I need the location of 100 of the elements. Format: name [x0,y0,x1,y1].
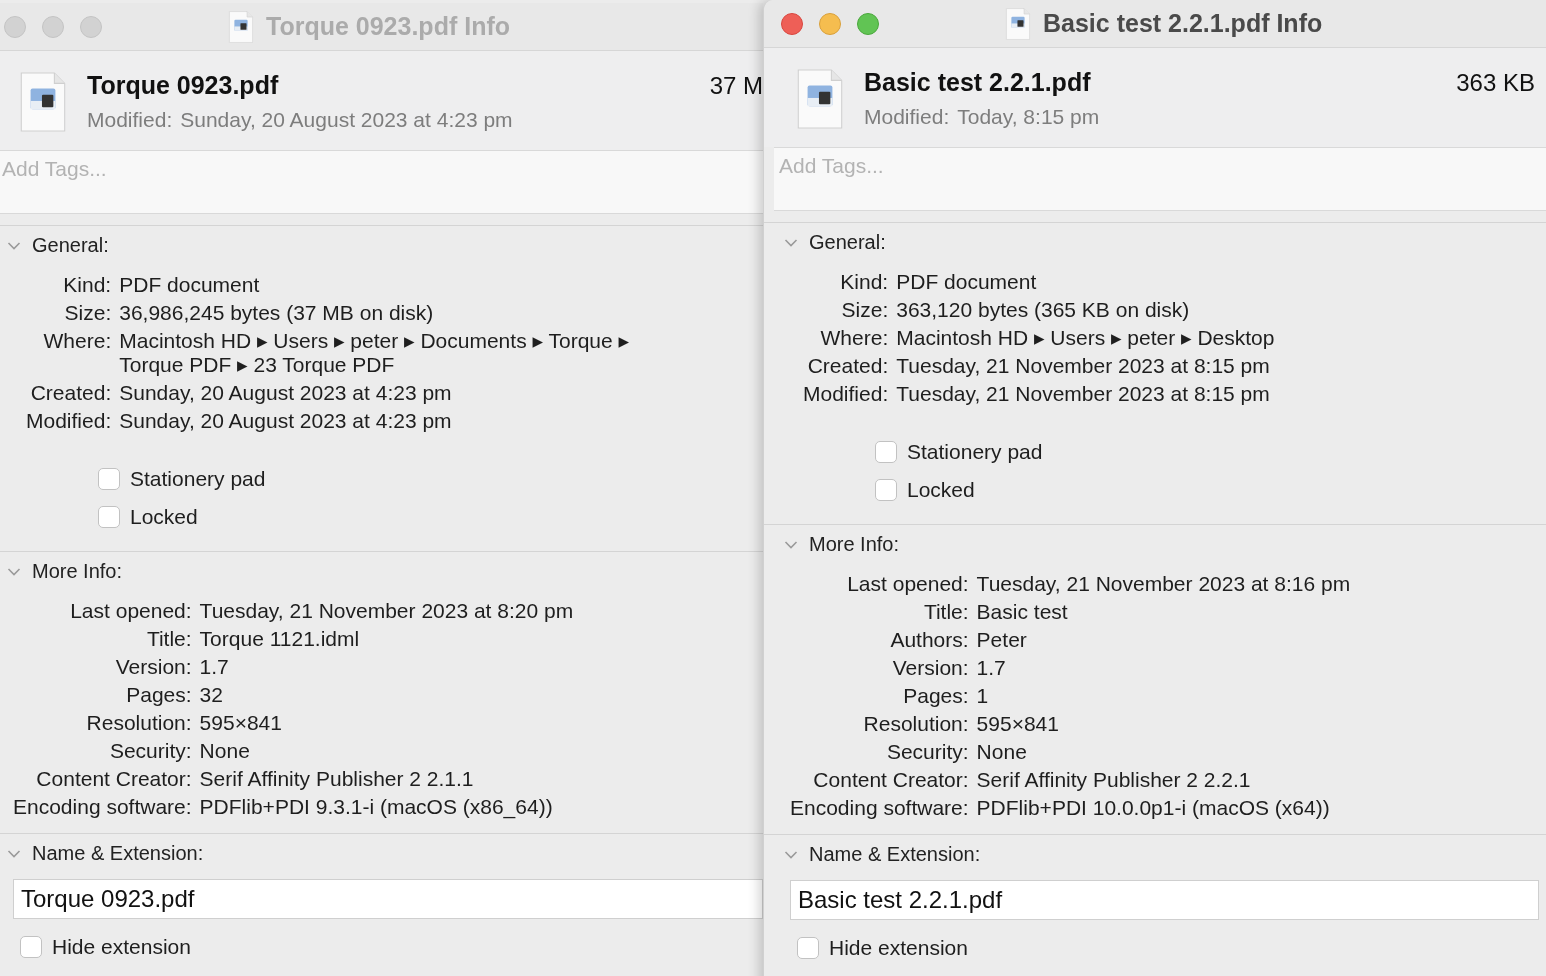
name-field[interactable]: Torque 0923.pdf [13,879,763,919]
info-label: Authors: [890,628,969,652]
info-label: Version: [115,655,192,679]
checkbox[interactable] [98,468,120,490]
checkbox[interactable] [797,937,819,959]
info-value: 32 [199,683,224,707]
info-label: Title: [923,600,969,624]
close-button[interactable] [781,12,803,35]
info-value: None [199,739,251,763]
info-label: Size: [841,298,889,322]
modified-label: Modified: [87,108,173,132]
modified-date: Today, 8:15 pm [957,105,1100,129]
section-title[interactable]: General: [32,234,109,257]
checkbox[interactable] [875,441,897,463]
info-value: 363,120 bytes (365 KB on disk) [896,298,1191,322]
info-label: Resolution: [863,712,969,736]
info-value: 36,986,245 bytes (37 MB on disk) [119,301,435,325]
info-value: Serif Affinity Publisher 2 2.2.1 [976,768,1252,792]
disclosure-chevron-icon[interactable] [7,848,21,859]
info-label: Modified: [26,409,112,433]
window-title: Torque 0923.pdf Info [266,12,510,41]
info-label: Title: [146,627,192,651]
file-name: Torque 0923.pdf [87,71,279,100]
window-title: Basic test 2.2.1.pdf Info [1043,9,1323,38]
minimize-button[interactable] [42,15,64,38]
info-label: Security: [109,739,192,763]
info-label: Pages: [126,683,192,707]
disclosure-chevron-icon[interactable] [7,566,21,577]
info-label: Modified: [803,382,889,406]
pdf-file-icon [228,10,254,43]
checkbox[interactable] [875,479,897,501]
info-value: Tuesday, 21 November 2023 at 8:20 pm [199,599,575,623]
info-value: Tuesday, 21 November 2023 at 8:16 pm [976,572,1352,596]
zoom-button[interactable] [857,12,879,35]
info-value: 1.7 [976,656,1007,680]
file-size: 37 M [709,72,763,100]
name-field[interactable]: Basic test 2.2.1.pdf [790,880,1539,920]
checkbox-label[interactable]: Stationery pad [907,440,1043,464]
info-value: 1.7 [199,655,230,679]
info-label: Pages: [903,684,969,708]
checkbox-label[interactable]: Hide extension [52,935,191,959]
pdf-file-icon [796,68,844,129]
info-label: Where: [820,326,889,350]
info-label: Last opened: [70,599,192,623]
info-label: Resolution: [86,711,192,735]
minimize-button[interactable] [819,12,841,35]
info-value: Sunday, 20 August 2023 at 4:23 pm [119,381,453,405]
checkbox-label[interactable]: Locked [907,478,975,502]
info-value: None [976,740,1028,764]
info-label: Kind: [63,273,112,297]
info-value: Tuesday, 21 November 2023 at 8:15 pm [896,354,1271,378]
close-button[interactable] [4,15,26,38]
file-size: 363 KB [1456,69,1535,97]
file-name: Basic test 2.2.1.pdf [864,68,1091,97]
info-value: 595×841 [976,712,1060,736]
checkbox[interactable] [98,506,120,528]
info-value: PDF document [119,273,261,297]
info-label: Where: [43,329,112,354]
info-value: Serif Affinity Publisher 2 2.1.1 [199,767,475,791]
info-value: Basic test [976,600,1069,624]
disclosure-chevron-icon[interactable] [7,240,21,251]
modified-label: Modified: [864,105,950,129]
disclosure-chevron-icon[interactable] [784,849,798,860]
info-label: Created: [30,381,112,405]
info-label: Security: [886,740,969,764]
info-label: Kind: [840,270,889,294]
info-label: Version: [892,656,969,680]
info-value: PDF document [896,270,1038,294]
tags-field[interactable]: Add Tags... [0,150,763,214]
disclosure-chevron-icon[interactable] [784,237,798,248]
modified-date: Sunday, 20 August 2023 at 4:23 pm [180,108,513,132]
section-title[interactable]: Name & Extension: [32,842,204,865]
checkbox-label[interactable]: Stationery pad [130,467,266,491]
info-value: 1 [976,684,990,708]
pdf-file-icon [1005,7,1031,40]
zoom-button[interactable] [80,15,102,38]
info-label: Content Creator: [813,768,969,792]
info-label: Created: [807,354,889,378]
info-value: Torque 1121.idml [199,627,361,651]
info-label: Content Creator: [36,767,192,791]
tags-field[interactable]: Add Tags... [774,147,1546,211]
checkbox-label[interactable]: Locked [130,505,198,529]
info-value: PDFlib+PDI 10.0.0p1-i (macOS (x64)) [976,796,1331,820]
info-value: Tuesday, 21 November 2023 at 8:15 pm [896,382,1271,406]
info-label: Encoding software: [790,796,969,820]
disclosure-chevron-icon[interactable] [784,539,798,550]
section-title[interactable]: Name & Extension: [809,843,981,866]
info-value: Macintosh HD ▸ Users ▸ peter ▸ Documents ▸ Torque ▸ Torque PDF ▸ 23 Torque PDF [119,329,631,377]
info-value: PDFlib+PDI 9.3.1-i (macOS (x86_64)) [199,795,554,819]
section-title[interactable]: More Info: [32,560,123,583]
checkbox[interactable] [20,936,42,958]
info-label: Encoding software: [13,795,192,819]
info-label: Size: [64,301,112,325]
info-value: Macintosh HD ▸ Users ▸ peter ▸ Desktop [896,326,1276,350]
info-value: Sunday, 20 August 2023 at 4:23 pm [119,409,453,433]
info-value: Peter [976,628,1028,652]
checkbox-label[interactable]: Hide extension [829,936,968,960]
info-value: 595×841 [199,711,283,735]
section-title[interactable]: More Info: [809,533,900,556]
section-title[interactable]: General: [809,231,886,254]
